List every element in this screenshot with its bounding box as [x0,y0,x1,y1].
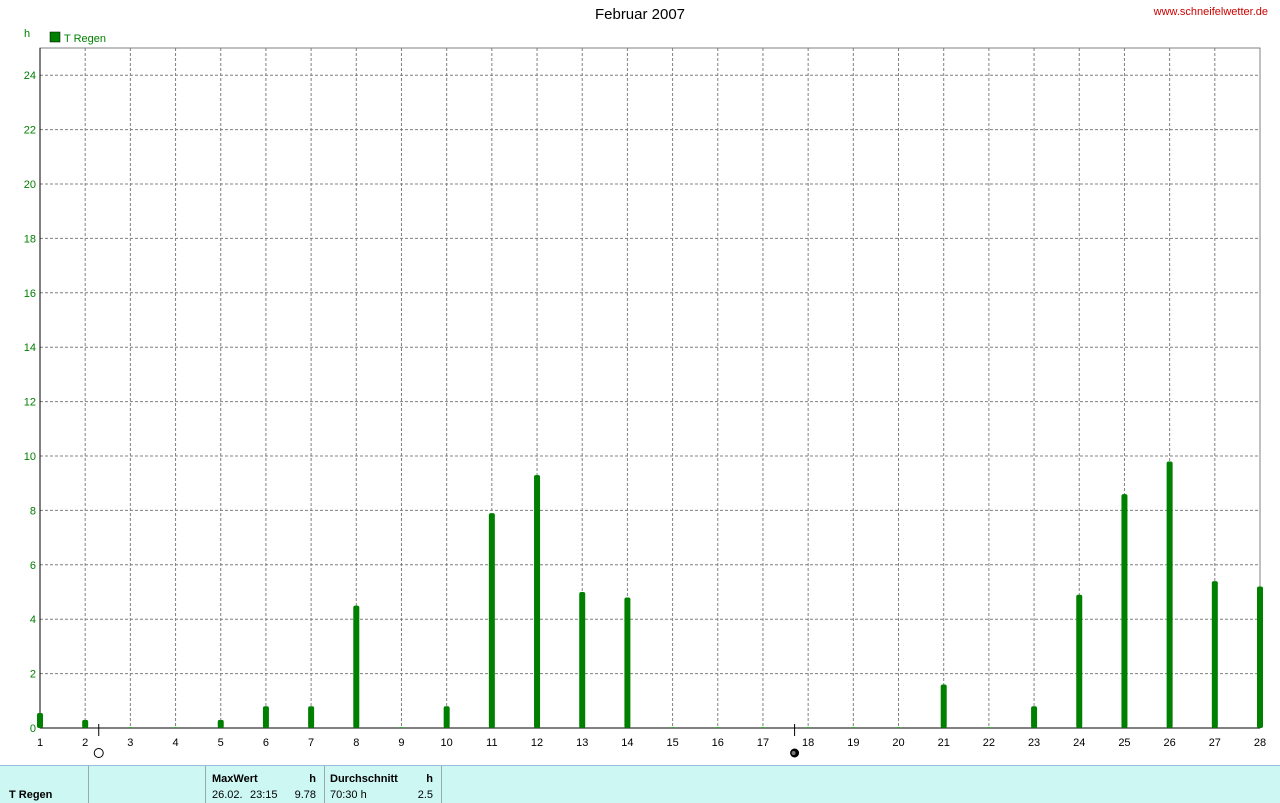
x-tick-label: 28 [1254,737,1266,749]
bar [534,475,541,728]
footer-avg-cell: Durchschnitt h 70:30 h 2.5 [325,766,442,803]
x-tick-label: 2 [82,737,88,749]
bar [37,713,43,728]
y-tick-label: 20 [24,179,36,191]
x-tick-label: 24 [1073,737,1085,749]
bar [1076,594,1083,728]
max-unit: h [309,773,316,785]
bar [1257,586,1263,728]
x-tick-label: 5 [218,737,224,749]
bar [624,597,631,728]
chart-area: 0246810121416182022241 2 3 4 5 6 7 8 9 10 11 12 13 14… [24,28,1266,758]
x-tick-label: 19 [847,737,859,749]
avg-value: 2.5 [417,789,433,801]
bar [127,727,134,728]
bar [940,684,947,728]
bar [850,727,857,728]
bar [353,605,360,728]
full-moon-icon [93,748,104,758]
y-tick-label: 18 [24,233,36,245]
stats-footer: T Regen MaxWert h 26.02. 23:15 9.78 Durc… [0,765,1280,803]
x-tick-label: 18 [802,737,814,749]
legend-label: T Regen [64,33,106,45]
max-time: 23:15 [250,789,278,801]
x-tick-label: 7 [308,737,314,749]
bar [895,727,902,728]
y-tick-label: 6 [30,560,36,572]
legend: T Regen [49,31,106,45]
new-moon-shade [791,751,796,755]
y-tick-label: 0 [30,723,36,735]
bar [669,727,676,728]
x-tick-label: 20 [892,737,904,749]
bar [308,706,315,728]
bar [398,727,405,728]
footer-max-cell: MaxWert h 26.02. 23:15 9.78 [206,766,325,803]
x-tick-label: 9 [398,737,404,749]
bar [262,706,269,728]
y-tick-label: 12 [24,397,36,409]
max-date: 26.02. [212,789,243,801]
bar [1031,706,1038,728]
x-tick-label: 1 [37,737,43,749]
max-header: MaxWert [212,773,258,785]
x-tick-label: 23 [1028,737,1040,749]
x-tick-label: 25 [1118,737,1130,749]
x-tick-label: 16 [712,737,724,749]
x-tick-label: 13 [576,737,588,749]
x-tick-label: 3 [127,737,133,749]
bar [217,719,224,728]
x-tick-label: 22 [983,737,995,749]
y-tick-label: 16 [24,288,36,300]
bar [714,727,721,728]
bar [82,719,89,728]
avg-header: Durchschnitt [330,773,398,785]
footer-series-cell: T Regen [0,766,89,803]
x-tick-label: 21 [938,737,950,749]
bar [1121,494,1128,728]
y-tick-label: 14 [24,342,36,354]
x-tick-label: 14 [621,737,633,749]
bar [759,727,766,728]
y-axis-label: h [24,28,30,40]
max-value: 9.78 [294,789,316,801]
legend-swatch [49,31,61,43]
y-tick-label: 22 [24,125,36,137]
x-tick-label: 4 [172,737,178,749]
avg-unit: h [426,773,433,785]
x-tick-label: 27 [1209,737,1221,749]
x-tick-label: 12 [531,737,543,749]
y-tick-label: 24 [24,70,36,82]
bar [1166,461,1173,728]
bar [579,592,586,728]
avg-total: 70:30 h [330,789,367,801]
y-tick-label: 8 [30,505,36,517]
x-tick-label: 10 [441,737,453,749]
y-tick-label: 2 [30,669,36,681]
bar [443,706,450,728]
bar [985,727,992,728]
bar [1211,581,1218,728]
y-tick-label: 4 [30,614,36,626]
x-tick-label: 8 [353,737,359,749]
x-tick-label: 11 [486,737,497,749]
footer-empty-cell [89,766,206,803]
bar [488,513,495,728]
y-tick-label: 10 [24,451,36,463]
x-tick-label: 17 [757,737,769,749]
footer-series-label: T Regen [9,789,53,801]
x-tick-label: 26 [1164,737,1176,749]
bar [805,727,812,728]
x-tick-label: 6 [263,737,269,749]
x-tick-label: 15 [666,737,678,749]
bar [172,727,179,728]
